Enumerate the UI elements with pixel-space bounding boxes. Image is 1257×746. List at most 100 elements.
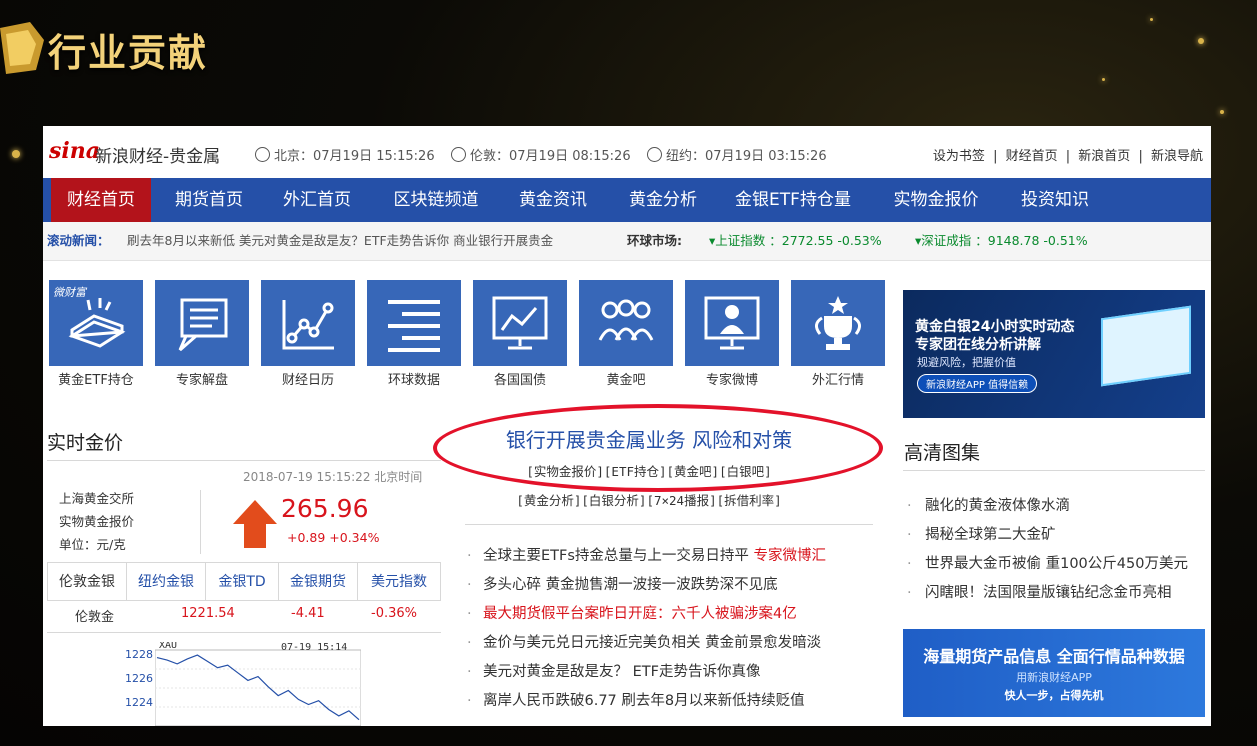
separator: | <box>993 149 998 164</box>
exchange-label: 上海黄金交所 <box>59 491 135 506</box>
slide-title: 行业贡献 <box>48 31 209 75</box>
y-tick: 1228 <box>125 648 153 661</box>
expert-profile-icon <box>704 296 760 350</box>
quote-time: 2018-07-19 15:15:22 北京时间 <box>243 470 423 484</box>
ticker-label: 滚动新闻： <box>47 233 110 248</box>
chat-doc-icon <box>178 298 228 352</box>
ad-line: 黄金白银24小时实时动态 <box>915 319 1075 335</box>
realtime-gold-title[interactable]: 实时金价 <box>47 428 123 455</box>
tab-futures[interactable]: 金银期货 <box>279 563 358 601</box>
nav-physical-gold[interactable]: 实物金报价 <box>879 178 993 222</box>
nav-gold-news[interactable]: 黄金资讯 <box>505 178 601 222</box>
ad-line: 用新浪财经APP <box>1016 671 1092 684</box>
divider <box>903 470 1205 471</box>
gallery-item[interactable]: 闪瞎眼！法国限量版镶钻纪念金币亮相 <box>905 579 1211 608</box>
tile-national-bonds[interactable]: 各国国债 <box>473 280 567 394</box>
tab-dollar-index[interactable]: 美元指数 <box>358 563 440 601</box>
gold-bar-decoration <box>0 20 44 76</box>
clock-newyork: 纽约：07月19日 03:15:26 <box>647 145 827 164</box>
clock-icon <box>451 147 466 162</box>
ad-line: 规避风险，把握价值 <box>917 356 1016 369</box>
quote-percent: -0.36% <box>371 606 417 621</box>
quote-name: 伦敦金 <box>75 610 115 625</box>
quick-links-1[interactable]: [实物金报价][ETF持仓][黄金吧][白银吧] <box>439 461 859 480</box>
quick-links-2[interactable]: [黄金分析][白银分析][7×24播报][拆借利率] <box>439 490 859 509</box>
divider <box>47 632 441 633</box>
shenzhen-index[interactable]: ▾深证成指 ：9148.78 -0.51% <box>915 222 1088 260</box>
tab-td[interactable]: 金银TD <box>206 563 279 601</box>
nav-finance-home[interactable]: 财经首页 <box>51 178 151 222</box>
quote-price: 1221.54 <box>181 606 235 621</box>
website-screenshot: sina 新浪财经-贵金属 北京：07月19日 15:15:26 伦敦：07月1… <box>43 126 1211 726</box>
ad-button[interactable]: 新浪财经APP 值得信赖 <box>917 374 1038 393</box>
nav-forex-home[interactable]: 外汇首页 <box>269 178 365 222</box>
y-tick: 1226 <box>125 672 153 685</box>
divider <box>47 460 441 461</box>
tile-expert-weibo[interactable]: 专家微博 <box>685 280 779 394</box>
news-item[interactable]: 金价与美元兑日元接近完美负相关 黄金前景愈发暗淡 <box>467 629 867 658</box>
monitor-chart-icon <box>492 296 548 350</box>
tile-forex-quotes[interactable]: 外汇行情 <box>791 280 885 394</box>
arrow-up-icon <box>244 524 266 548</box>
tab-london[interactable]: 伦敦金银 <box>48 563 127 601</box>
tile-label: 黄金ETF持仓 <box>58 373 134 388</box>
sina-home-link[interactable]: 新浪首页 <box>1078 149 1130 164</box>
nav-gold-analysis[interactable]: 黄金分析 <box>615 178 711 222</box>
ticker-news[interactable]: 刷去年8月以来新低 美元对黄金是敌是友？ETF走势告诉你 商业银行开展贵金 <box>127 222 639 260</box>
gold-price: 265.96 <box>281 494 369 523</box>
news-item[interactable]: 最大期货假平台案昨日开庭：六千人被骗涉案4亿 <box>467 600 867 629</box>
tile-finance-calendar[interactable]: 财经日历 <box>261 280 355 394</box>
group-users-icon <box>598 299 654 341</box>
list-lines-icon <box>388 300 440 352</box>
sina-logo[interactable]: sina <box>49 138 100 164</box>
nav-blockchain[interactable]: 区块链频道 <box>379 178 493 222</box>
nav-etf-holdings[interactable]: 金银ETF持仓量 <box>723 178 863 222</box>
clock-beijing: 北京：07月19日 15:15:26 <box>255 145 435 164</box>
tile-expert-review[interactable]: 专家解盘 <box>155 280 249 394</box>
tile-global-data[interactable]: 环球数据 <box>367 280 461 394</box>
ad-line: 专家团在线分析讲解 <box>915 337 1041 353</box>
gold-bar-icon <box>68 298 126 348</box>
shanghai-index[interactable]: ▾上证指数 ：2772.55 -0.53% <box>709 222 882 260</box>
gallery-item[interactable]: 揭秘全球第二大金矿 <box>905 521 1211 550</box>
chart-screen-illustration <box>1101 305 1191 387</box>
tile-label: 各国国债 <box>493 373 546 388</box>
sparkle <box>1102 78 1105 81</box>
sina-nav-link[interactable]: 新浪导航 <box>1151 149 1203 164</box>
tile-gold-forum[interactable]: 黄金吧 <box>579 280 673 394</box>
news-tag[interactable]: 专家微博汇 <box>754 548 827 564</box>
nav-invest-knowledge[interactable]: 投资知识 <box>1007 178 1103 222</box>
trophy-icon <box>815 296 861 350</box>
tile-label: 黄金吧 <box>606 373 646 388</box>
clock-london: 伦敦：07月19日 08:15:26 <box>451 145 631 164</box>
quote-change: -4.41 <box>291 606 325 621</box>
news-item[interactable]: 多头心碎 黄金抛售潮一波接一波跌势深不见底 <box>467 571 867 600</box>
tab-newyork[interactable]: 纽约金银 <box>127 563 206 601</box>
divider <box>465 524 873 525</box>
app-ad-banner[interactable]: 黄金白银24小时实时动态 专家团在线分析讲解 规避风险，把握价值 新浪财经APP… <box>903 290 1205 418</box>
tile-label: 专家微博 <box>705 373 758 388</box>
gallery-item[interactable]: 世界最大金币被偷 重100公斤450万美元 <box>905 550 1211 579</box>
tile-gold-etf[interactable]: 微财富 黄金ETF持仓 <box>49 280 143 394</box>
gallery-title[interactable]: 高清图集 <box>904 438 980 465</box>
divider <box>200 490 201 554</box>
news-item[interactable]: 美元对黄金是敌是友？ ETF走势告诉你真像 <box>467 658 867 687</box>
market-label: 环球市场: <box>627 233 682 248</box>
tile-label: 专家解盘 <box>175 373 228 388</box>
sparkle <box>1220 110 1224 114</box>
site-name[interactable]: 新浪财经-贵金属 <box>95 142 220 167</box>
separator: | <box>1138 149 1143 164</box>
finance-home-link[interactable]: 财经首页 <box>1006 149 1058 164</box>
quote-type-label: 实物黄金报价 <box>59 514 135 529</box>
bookmark-link[interactable]: 设为书签 <box>933 149 985 164</box>
nav-futures-home[interactable]: 期货首页 <box>161 178 257 222</box>
sparkle <box>12 150 20 158</box>
gallery-item[interactable]: 融化的黄金液体像水滴 <box>905 492 1211 521</box>
news-item[interactable]: 全球主要ETFs持金总量与上一交易日持平 专家微博汇 <box>467 542 867 571</box>
futures-ad-banner[interactable]: 海量期货产品信息 全面行情品种数据 用新浪财经APP 快人一步，占得先机 <box>903 629 1205 717</box>
y-tick: 1224 <box>125 696 153 709</box>
clock-icon <box>647 147 662 162</box>
sparkle <box>1150 18 1153 21</box>
separator: | <box>1065 149 1071 164</box>
news-item[interactable]: 离岸人民币跌破6.77 刷去年8月以来新低持续贬值 <box>467 687 867 716</box>
